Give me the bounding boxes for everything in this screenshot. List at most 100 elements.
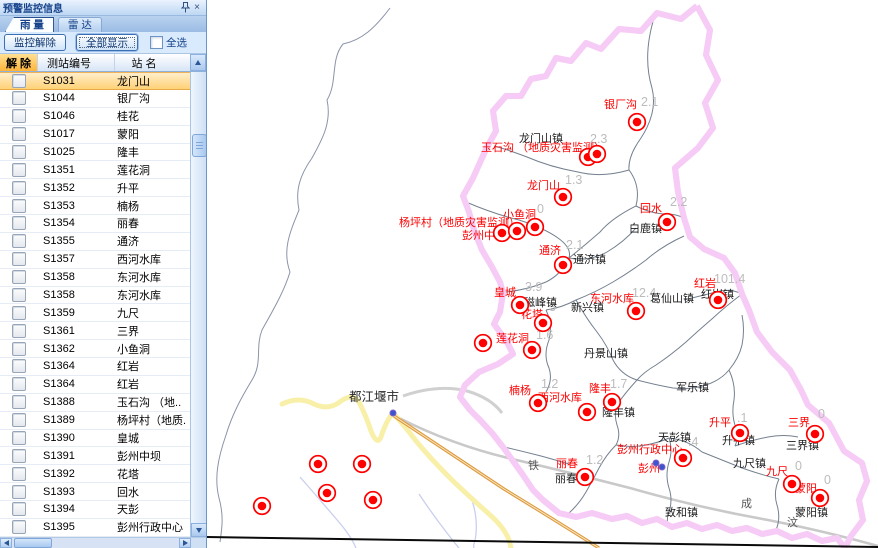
table-row[interactable]: S1025隆丰: [0, 144, 206, 162]
release-checkbox[interactable]: [12, 324, 26, 338]
station-marker[interactable]: [812, 490, 829, 507]
table-row[interactable]: S1355通济: [0, 233, 206, 251]
station-marker[interactable]: [354, 456, 371, 473]
station-marker[interactable]: [555, 189, 572, 206]
station-marker[interactable]: [527, 219, 544, 236]
release-checkbox[interactable]: [12, 431, 26, 445]
station-marker[interactable]: [589, 146, 606, 163]
table-row[interactable]: S1353楠杨: [0, 197, 206, 215]
station-marker[interactable]: [494, 225, 511, 242]
table-row[interactable]: S1044银厂沟: [0, 90, 206, 108]
scroll-right-button[interactable]: [179, 538, 191, 548]
header-release[interactable]: 解 除: [0, 54, 38, 71]
release-checkbox[interactable]: [12, 467, 26, 481]
close-icon[interactable]: ×: [191, 2, 203, 14]
table-row[interactable]: S1354丽春: [0, 215, 206, 233]
station-marker[interactable]: [254, 498, 271, 515]
table-row[interactable]: S1393回水: [0, 483, 206, 501]
release-checkbox[interactable]: [12, 234, 26, 248]
station-marker[interactable]: [310, 456, 327, 473]
scroll-left-button[interactable]: [0, 538, 12, 548]
release-checkbox[interactable]: [12, 181, 26, 195]
release-checkbox[interactable]: [12, 520, 26, 534]
station-marker[interactable]: [365, 492, 382, 509]
table-row[interactable]: S1358东河水库: [0, 269, 206, 287]
station-marker[interactable]: [524, 342, 541, 359]
release-checkbox[interactable]: [12, 413, 26, 427]
table-row[interactable]: S1361三界: [0, 322, 206, 340]
table-row[interactable]: S1358东河水库: [0, 287, 206, 305]
hscroll-thumb[interactable]: [14, 538, 52, 548]
scroll-up-button[interactable]: [190, 54, 206, 71]
header-station-code[interactable]: 测站编号: [38, 54, 115, 71]
release-checkbox[interactable]: [12, 199, 26, 213]
station-marker[interactable]: [807, 426, 824, 443]
tab-rainfall[interactable]: 雨 量: [5, 17, 54, 32]
scroll-down-button[interactable]: [191, 523, 206, 537]
release-checkbox[interactable]: [12, 288, 26, 302]
station-marker[interactable]: [579, 404, 596, 421]
station-marker[interactable]: [319, 485, 336, 502]
release-checkbox[interactable]: [12, 449, 26, 463]
table-row[interactable]: S1017蒙阳: [0, 126, 206, 144]
table-row[interactable]: S1364红岩: [0, 376, 206, 394]
release-checkbox[interactable]: [12, 127, 26, 141]
release-checkbox[interactable]: [12, 109, 26, 123]
station-marker[interactable]: [512, 297, 529, 314]
table-row[interactable]: S1391彭州中坝: [0, 447, 206, 465]
station-marker[interactable]: [659, 214, 676, 231]
gis-map[interactable]: 2.12.31.302.12.23.931.612.4101.41.21.71.…: [207, 0, 878, 548]
station-marker[interactable]: [577, 469, 594, 486]
table-row[interactable]: S1389杨坪村（地质..: [0, 412, 206, 430]
release-checkbox[interactable]: [12, 74, 26, 88]
station-marker[interactable]: [555, 257, 572, 274]
station-marker[interactable]: [675, 450, 692, 467]
station-marker[interactable]: [509, 223, 526, 240]
release-checkbox[interactable]: [12, 270, 26, 284]
pin-icon[interactable]: [179, 2, 191, 14]
select-all-checkbox[interactable]: [150, 36, 163, 49]
header-station-name[interactable]: 站 名: [115, 54, 173, 71]
horizontal-scrollbar[interactable]: [0, 537, 206, 548]
table-row[interactable]: S1357西河水库: [0, 251, 206, 269]
station-marker[interactable]: [629, 114, 646, 131]
table-row[interactable]: S1352升平: [0, 179, 206, 197]
table-row[interactable]: S1359九尺: [0, 304, 206, 322]
table-row[interactable]: S1394天彭: [0, 501, 206, 519]
table-row[interactable]: S1390皇城: [0, 430, 206, 448]
table-row[interactable]: S1388玉石沟 （地..: [0, 394, 206, 412]
station-marker[interactable]: [604, 394, 621, 411]
release-monitor-button[interactable]: 监控解除: [4, 34, 66, 51]
table-row[interactable]: S1364红岩: [0, 358, 206, 376]
release-checkbox[interactable]: [12, 252, 26, 266]
release-checkbox[interactable]: [12, 306, 26, 320]
release-checkbox[interactable]: [12, 485, 26, 499]
release-checkbox[interactable]: [12, 359, 26, 373]
release-checkbox[interactable]: [12, 145, 26, 159]
hscroll-track[interactable]: [52, 538, 179, 548]
station-marker[interactable]: [475, 335, 492, 352]
release-checkbox[interactable]: [12, 377, 26, 391]
show-all-button[interactable]: 全部显示: [76, 34, 138, 51]
station-marker[interactable]: [530, 395, 547, 412]
station-marker[interactable]: [535, 315, 552, 332]
station-marker[interactable]: [732, 425, 749, 442]
table-row[interactable]: S1362小鱼洞: [0, 340, 206, 358]
release-checkbox[interactable]: [12, 163, 26, 177]
vertical-scrollbar[interactable]: [190, 72, 206, 537]
station-marker[interactable]: [710, 292, 727, 309]
table-row[interactable]: S1351莲花洞: [0, 161, 206, 179]
release-checkbox[interactable]: [12, 395, 26, 409]
station-marker[interactable]: [628, 303, 645, 320]
table-row[interactable]: S1031龙门山: [0, 72, 206, 90]
table-row[interactable]: S1395彭州行政中心: [0, 519, 206, 537]
release-checkbox[interactable]: [12, 216, 26, 230]
release-checkbox[interactable]: [12, 502, 26, 516]
vscroll-thumb[interactable]: [192, 134, 206, 157]
table-row[interactable]: S1046桂花: [0, 108, 206, 126]
release-checkbox[interactable]: [12, 91, 26, 105]
tab-radar[interactable]: 雷 达: [58, 17, 102, 32]
station-marker[interactable]: [784, 476, 801, 493]
table-row[interactable]: S1392花塔: [0, 465, 206, 483]
release-checkbox[interactable]: [12, 342, 26, 356]
